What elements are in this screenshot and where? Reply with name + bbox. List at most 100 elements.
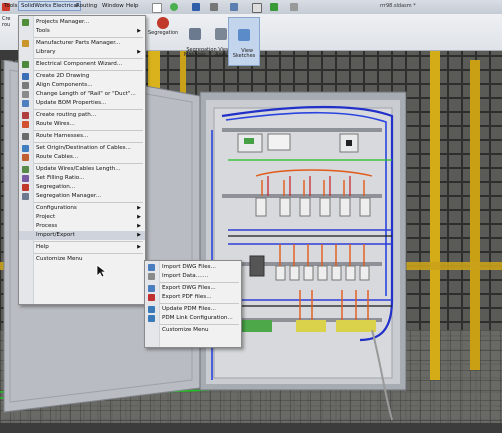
menu-item-label: Update Wires/Cables Length... — [36, 166, 121, 172]
menu-item-tools[interactable]: Tools ▶ — [19, 27, 145, 36]
submenu-arrow-icon: ▶ — [137, 244, 141, 250]
origin-icon — [22, 145, 29, 152]
menu-item-label: Customize Menu — [162, 327, 209, 333]
select-icon[interactable] — [252, 3, 262, 13]
menu-separator — [34, 253, 143, 254]
route-cables-icon — [22, 154, 29, 161]
menu-item-label: Process — [36, 223, 58, 229]
submenu-arrow-icon: ▶ — [137, 223, 141, 229]
bom-icon — [22, 100, 29, 107]
menu-separator — [160, 282, 239, 283]
menu-item-electrical-component-wizard[interactable]: Electrical Component Wizard... — [19, 60, 145, 69]
menu-item-project[interactable]: Project ▶ — [19, 213, 145, 222]
add-icon[interactable] — [170, 3, 178, 11]
menu-item-label: Help — [36, 244, 49, 250]
new-document-icon[interactable] — [152, 3, 162, 13]
menu-item-label: Route Harnesses... — [36, 133, 89, 139]
submenu-item-import-dwg-files[interactable]: Import DWG Files... — [145, 263, 241, 272]
submenu-arrow-icon: ▶ — [137, 232, 141, 238]
menu-item-label: Update BOM Properties... — [36, 100, 107, 106]
submenu-item-customize-menu[interactable]: Customize Menu — [145, 326, 241, 335]
route-harness-icon — [22, 133, 29, 140]
menu-item-segregation[interactable]: Segregation... — [19, 183, 145, 192]
menu-item-library[interactable]: Library ▶ — [19, 48, 145, 57]
pdm-link-icon — [148, 315, 155, 322]
menu-item-manufacturer-parts-manager[interactable]: Manufacturer Parts Manager... — [19, 39, 145, 48]
save-icon[interactable] — [192, 3, 200, 11]
left-panel-tab[interactable] — [0, 50, 18, 60]
parts-manager-icon — [22, 40, 29, 47]
menu-item-label: Create routing path... — [36, 112, 97, 118]
menu-item-label: Library — [36, 49, 56, 55]
menu-window[interactable]: Window — [102, 3, 124, 9]
undo-icon[interactable] — [230, 3, 238, 11]
menu-item-create-routing-path[interactable]: Create routing path... — [19, 111, 145, 120]
rebuild-icon[interactable] — [270, 3, 278, 11]
projects-manager-icon — [22, 19, 29, 26]
drawing-icon — [22, 73, 29, 80]
menu-separator — [34, 142, 143, 143]
menu-item-update-bom-properties[interactable]: Update BOM Properties... — [19, 99, 145, 108]
export-pdf-icon — [148, 294, 155, 301]
submenu-arrow-icon: ▶ — [137, 205, 141, 211]
menu-item-label: Customize Menu — [36, 256, 83, 262]
menu-item-set-filling-ratio[interactable]: Set Filling Ratio... — [19, 174, 145, 183]
menu-item-create-2d-drawing[interactable]: Create 2D Drawing — [19, 72, 145, 81]
menu-tools[interactable]: Tools — [4, 3, 18, 9]
menu-item-align-components[interactable]: Align Components... — [19, 81, 145, 90]
menu-item-route-harnesses[interactable]: Route Harnesses... — [19, 132, 145, 141]
menu-item-label: PDM Link Configuration... — [162, 315, 233, 321]
menu-item-projects-manager[interactable]: Projects Manager... — [19, 18, 145, 27]
menu-item-set-origin-destination-of-cables[interactable]: Set Origin/Destination of Cables... — [19, 144, 145, 153]
options-icon[interactable] — [290, 3, 298, 11]
menu-separator — [34, 202, 143, 203]
menu-item-help[interactable]: Help ▶ — [19, 243, 145, 252]
menu-item-label: Route Wires... — [36, 121, 75, 127]
menu-item-label: Route Cables... — [36, 154, 79, 160]
print-icon[interactable] — [210, 3, 218, 11]
menu-item-label: Import Data....... — [162, 273, 209, 279]
menu-item-label: Segregation Manager... — [36, 193, 101, 199]
update-pdm-icon — [148, 306, 155, 313]
menu-separator — [160, 303, 239, 304]
menu-routing[interactable]: Routing — [76, 3, 97, 9]
menu-item-label: Set Origin/Destination of Cables... — [36, 145, 131, 151]
submenu-item-pdm-link-configuration[interactable]: PDM Link Configuration... — [145, 314, 241, 323]
view-sketches-label: View Sketches — [232, 47, 256, 59]
segregation-manager-icon — [22, 193, 29, 200]
component-wizard-icon — [22, 61, 29, 68]
submenu-item-export-pdf-files[interactable]: Export PDF files... — [145, 293, 241, 302]
export-dwg-icon — [148, 285, 155, 292]
menu-item-route-wires[interactable]: Route Wires... — [19, 120, 145, 129]
mouse-cursor-icon — [96, 264, 106, 278]
menu-item-label: Project — [36, 214, 56, 220]
menu-item-segregation-manager[interactable]: Segregation Manager... — [19, 192, 145, 201]
menu-item-label: Create 2D Drawing — [36, 73, 90, 79]
menu-item-configurations[interactable]: Configurations ▶ — [19, 204, 145, 213]
rail-icon — [22, 91, 29, 98]
submenu-arrow-icon: ▶ — [137, 28, 141, 34]
sketches-icon — [238, 29, 250, 41]
menu-separator — [34, 70, 143, 71]
filling-ratio-icon — [22, 175, 29, 182]
menu-item-label: Segregation... — [36, 184, 76, 190]
submenu-item-import-data[interactable]: Import Data....... — [145, 272, 241, 281]
menu-item-route-cables[interactable]: Route Cables... — [19, 153, 145, 162]
menu-item-import-export[interactable]: Import/Export ▶ — [19, 231, 145, 240]
segregation-button[interactable]: Segregation — [148, 17, 178, 37]
menu-item-update-wires-cables-length[interactable]: Update Wires/Cables Length... — [19, 165, 145, 174]
route-wires-icon — [22, 121, 29, 128]
segregation-label: Segregation — [148, 30, 179, 36]
segregation-icon — [22, 184, 29, 191]
menu-item-label: Tools — [36, 28, 50, 34]
menu-item-change-length-of-rail-or-duct[interactable]: Change Length of "Rail" or "Duct"... — [19, 90, 145, 99]
solidworks-electrical-menu: Projects Manager... Tools ▶ Manufacturer Pa… — [18, 15, 146, 305]
menu-help[interactable]: Help — [126, 3, 139, 9]
menu-item-process[interactable]: Process ▶ — [19, 222, 145, 231]
submenu-item-update-pdm-files[interactable]: Update PDM Files... — [145, 305, 241, 314]
menu-separator — [34, 109, 143, 110]
menu-item-customize-menu[interactable]: Customize Menu — [19, 255, 145, 264]
submenu-item-export-dwg-files[interactable]: Export DWG Files... — [145, 284, 241, 293]
view-sketches-button[interactable]: View Sketches — [228, 17, 260, 66]
menu-solidworks-electrical[interactable]: SolidWorks Electrical — [18, 1, 82, 11]
